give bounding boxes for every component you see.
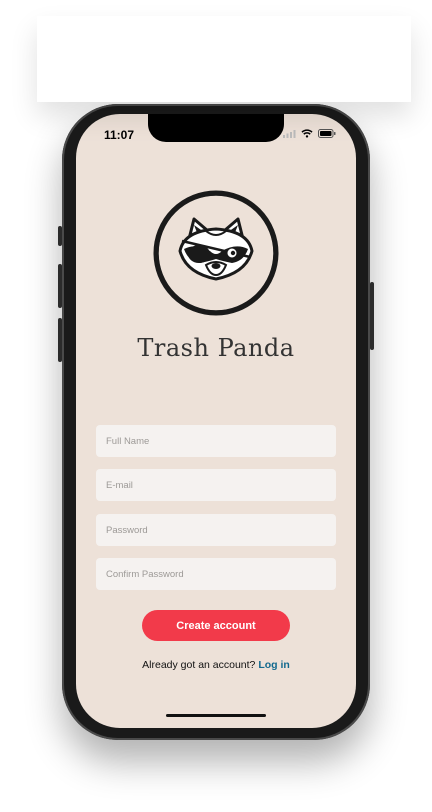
app-title: Trash Panda — [137, 334, 295, 362]
login-prompt: Already got an account? Log in — [76, 659, 356, 671]
wifi-icon — [301, 129, 313, 138]
confirm-password-input[interactable] — [96, 558, 336, 590]
password-input[interactable] — [96, 514, 336, 546]
silent-switch — [58, 226, 62, 246]
create-account-button[interactable]: Create account — [142, 610, 290, 641]
top-card — [37, 16, 411, 102]
app-screen: 11:07 Trash Panda Full Name E-mail Creat… — [76, 114, 356, 728]
email-input[interactable] — [96, 469, 336, 501]
login-prompt-text: Already got an account? — [142, 659, 256, 671]
raccoon-logo-icon — [150, 187, 282, 319]
notch — [148, 114, 284, 142]
signal-icon — [283, 129, 296, 138]
phone-frame: 11:07 Trash Panda Full Name E-mail Creat… — [58, 104, 374, 740]
login-link[interactable]: Log in — [258, 659, 290, 671]
home-indicator — [166, 714, 266, 717]
full-name-input[interactable] — [96, 425, 336, 457]
volume-up-button — [58, 264, 62, 308]
status-icons — [283, 129, 336, 138]
power-button — [370, 282, 374, 350]
volume-down-button — [58, 318, 62, 362]
battery-icon — [318, 129, 336, 138]
status-time: 11:07 — [104, 128, 135, 142]
